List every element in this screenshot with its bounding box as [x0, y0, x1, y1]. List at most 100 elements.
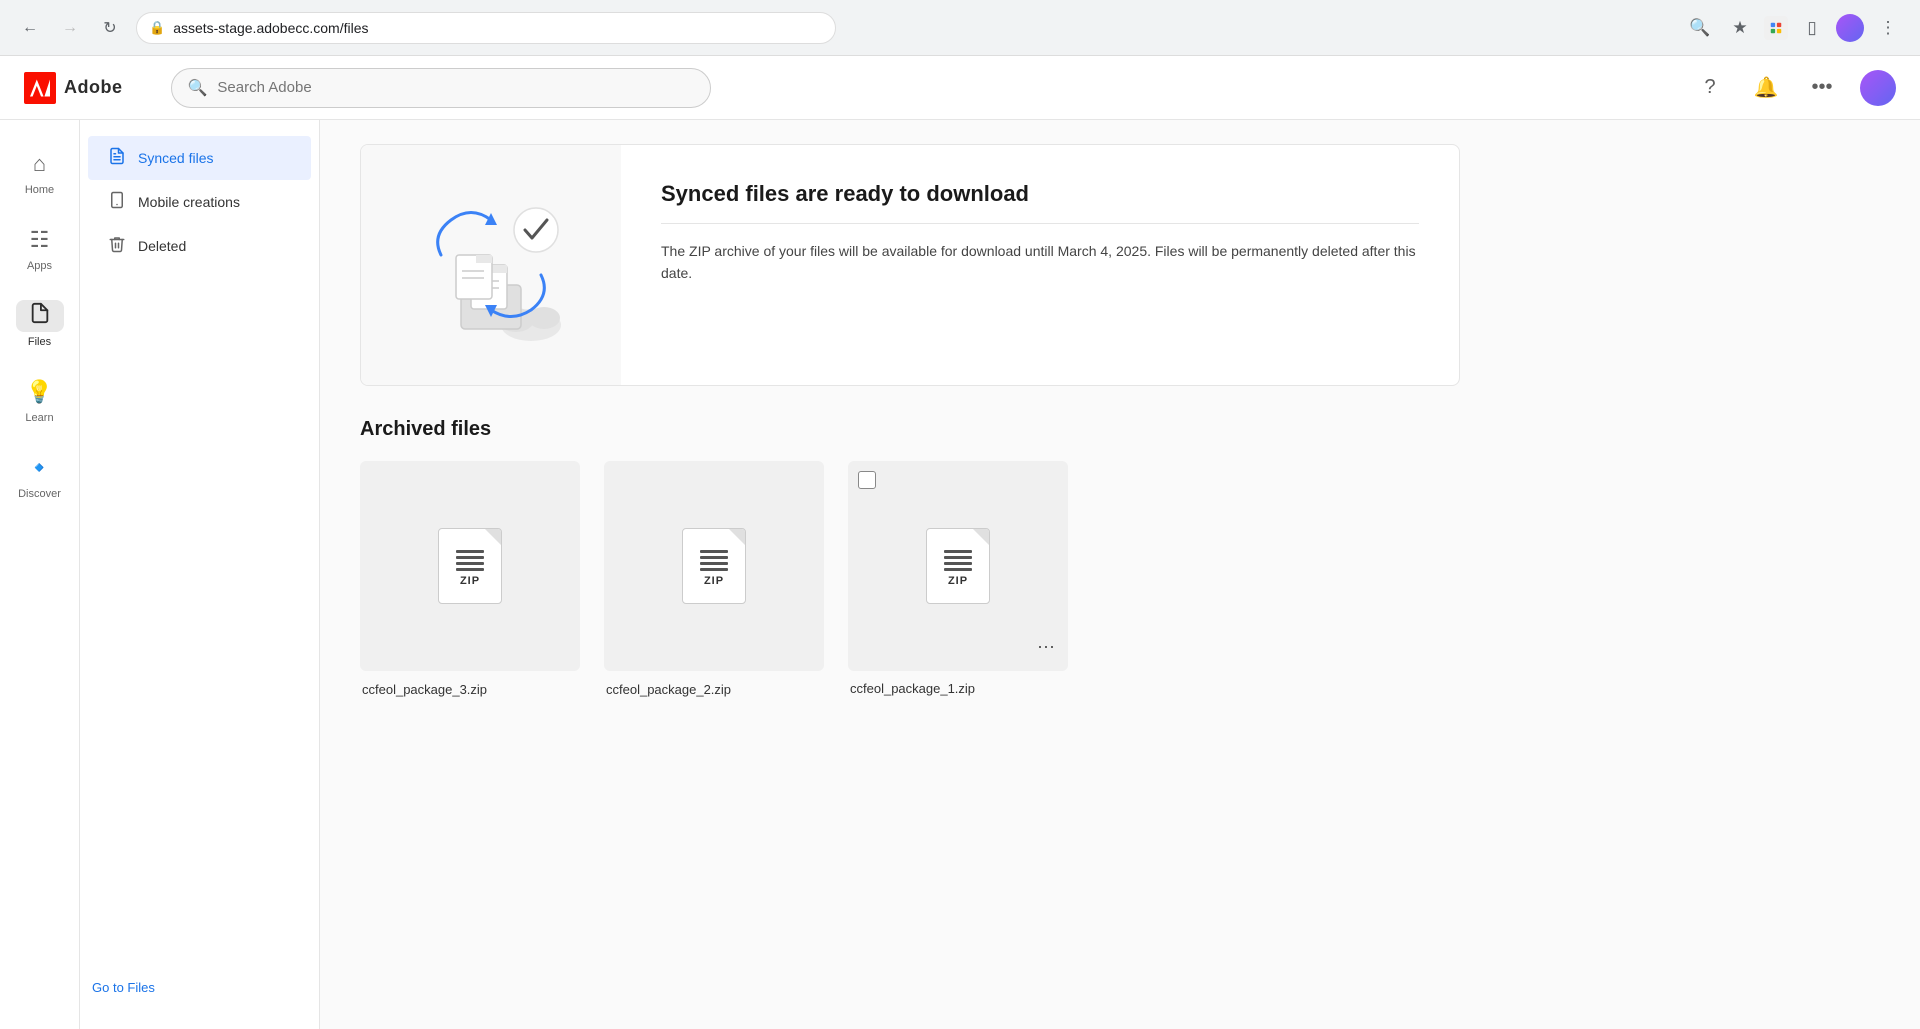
lock-icon: 🔒 [149, 20, 165, 36]
zip-line [944, 568, 972, 571]
browser-chrome: ← → ↻ 🔒 assets-stage.adobecc.com/files 🔍… [0, 0, 1920, 56]
zip-line [456, 568, 484, 571]
reload-button[interactable]: ↻ [96, 14, 124, 42]
zip-line [456, 550, 484, 553]
user-avatar[interactable] [1860, 70, 1896, 106]
zip-line [944, 562, 972, 565]
sidebar-item-discover[interactable]: 🔹 Discover [4, 440, 76, 512]
search-box[interactable]: 🔍 [171, 68, 711, 108]
discover-icon: 🔹 [26, 455, 53, 481]
forward-button[interactable]: → [56, 14, 84, 42]
sync-banner-divider [661, 223, 1419, 224]
bookmark-button[interactable]: ★ [1724, 12, 1756, 44]
zip-line [944, 556, 972, 559]
zip-line [700, 556, 728, 559]
notifications-button[interactable]: 🔔 [1748, 70, 1784, 106]
home-icon: ⌂ [33, 151, 46, 177]
extension-icon[interactable] [1764, 16, 1788, 40]
zip-name-1: ccfeol_package_3.zip [360, 682, 489, 697]
zip-checkbox-3[interactable] [858, 471, 876, 489]
zoom-button[interactable]: 🔍 [1684, 12, 1716, 44]
zip-tag-3: ZIP [948, 575, 968, 587]
browser-profile-avatar[interactable] [1836, 14, 1864, 42]
zip-tag-1: ZIP [460, 575, 480, 587]
nav-deleted[interactable]: Deleted [88, 224, 311, 268]
apps-grid-button[interactable]: ••• [1804, 70, 1840, 106]
learn-icon-wrap: 💡 [16, 376, 64, 408]
archived-grid: ZIP ccfeol_package_3.zip [360, 461, 1880, 699]
files-icon [29, 302, 51, 330]
sidebar: ⌂ Home ☷ Apps F [0, 120, 80, 1029]
adobe-wordmark: Adobe [64, 77, 123, 98]
zip-card-3[interactable]: ZIP ccfeol_package_1.zip ⋯ [848, 461, 1068, 699]
address-bar[interactable]: 🔒 assets-stage.adobecc.com/files [136, 12, 836, 44]
home-icon-wrap: ⌂ [16, 148, 64, 180]
zip-name-2: ccfeol_package_2.zip [604, 682, 733, 697]
sidebar-label-apps: Apps [27, 260, 52, 272]
zip-line [700, 568, 728, 571]
sidebar-item-apps[interactable]: ☷ Apps [4, 212, 76, 284]
zip-line [456, 562, 484, 565]
mobile-creations-icon [108, 191, 126, 214]
zip-line [944, 550, 972, 553]
sidebar-item-files[interactable]: Files [4, 288, 76, 360]
learn-icon: 💡 [26, 379, 53, 405]
sidebar-label-home: Home [25, 184, 54, 196]
archived-section-title: Archived files [360, 418, 1880, 441]
app-header: Adobe 🔍 ? 🔔 ••• [0, 56, 1920, 120]
sidebar-label-files: Files [28, 336, 51, 348]
sync-banner-title: Synced files are ready to download [661, 181, 1419, 207]
search-icon: 🔍 [188, 78, 208, 98]
zip-lines-3 [944, 550, 972, 571]
sidebar-item-home[interactable]: ⌂ Home [4, 136, 76, 208]
extensions-button[interactable]: ▯ [1796, 12, 1828, 44]
nav-synced-files[interactable]: Synced files [88, 136, 311, 180]
zip-thumb-2: ZIP [604, 461, 824, 671]
sync-banner-content: Synced files are ready to download The Z… [621, 145, 1459, 385]
zip-file-icon-3: ZIP [926, 528, 990, 604]
sidebar-bottom: Go to Files [80, 963, 319, 1013]
app-container: Adobe 🔍 ? 🔔 ••• ⌂ Home [0, 56, 1920, 1029]
adobe-logo-mark [24, 72, 56, 104]
zip-card-2[interactable]: ZIP ccfeol_package_2.zip [604, 461, 824, 699]
nav-mobile-creations[interactable]: Mobile creations [88, 180, 311, 224]
more-options-button[interactable]: ⋮ [1872, 12, 1904, 44]
zip-lines-1 [456, 550, 484, 571]
sidebar-label-learn: Learn [25, 412, 53, 424]
discover-icon-wrap: 🔹 [16, 452, 64, 484]
nav-deleted-label: Deleted [138, 238, 186, 254]
goto-files-link[interactable]: Go to Files [92, 980, 155, 995]
search-input[interactable] [217, 79, 693, 96]
sync-illustration-area [361, 145, 621, 385]
adobe-logo[interactable]: Adobe [24, 72, 123, 104]
main-content: Synced files are ready to download The Z… [320, 120, 1920, 1029]
archived-section: Archived files [360, 418, 1880, 699]
zip-tag-2: ZIP [704, 575, 724, 587]
zip-lines-2 [700, 550, 728, 571]
zip-line [700, 562, 728, 565]
zip-name-3: ccfeol_package_1.zip [848, 681, 977, 696]
zip-line [456, 556, 484, 559]
nav-mobile-creations-label: Mobile creations [138, 194, 240, 210]
secondary-sidebar: Synced files Mobile creations [80, 120, 320, 1029]
sidebar-item-learn[interactable]: 💡 Learn [4, 364, 76, 436]
header-right: ? 🔔 ••• [1692, 70, 1896, 106]
back-button[interactable]: ← [16, 14, 44, 42]
zip-line [700, 550, 728, 553]
zip-card-1[interactable]: ZIP ccfeol_package_3.zip [360, 461, 580, 699]
sync-banner: Synced files are ready to download The Z… [360, 144, 1460, 386]
sync-banner-description: The ZIP archive of your files will be av… [661, 240, 1419, 285]
zip-file-icon-1: ZIP [438, 528, 502, 604]
zip-file-icon-2: ZIP [682, 528, 746, 604]
nav-synced-files-label: Synced files [138, 150, 213, 166]
synced-files-icon [108, 147, 126, 170]
apps-icon: ☷ [30, 227, 50, 253]
trash-icon [108, 235, 126, 258]
zip-thumb-1: ZIP [360, 461, 580, 671]
header-search: 🔍 [171, 68, 711, 108]
zip-context-menu-3[interactable]: ⋯ [1032, 633, 1060, 661]
help-button[interactable]: ? [1692, 70, 1728, 106]
app-body: ⌂ Home ☷ Apps F [0, 120, 1920, 1029]
files-icon-wrap [16, 300, 64, 332]
sidebar-label-discover: Discover [18, 488, 61, 500]
